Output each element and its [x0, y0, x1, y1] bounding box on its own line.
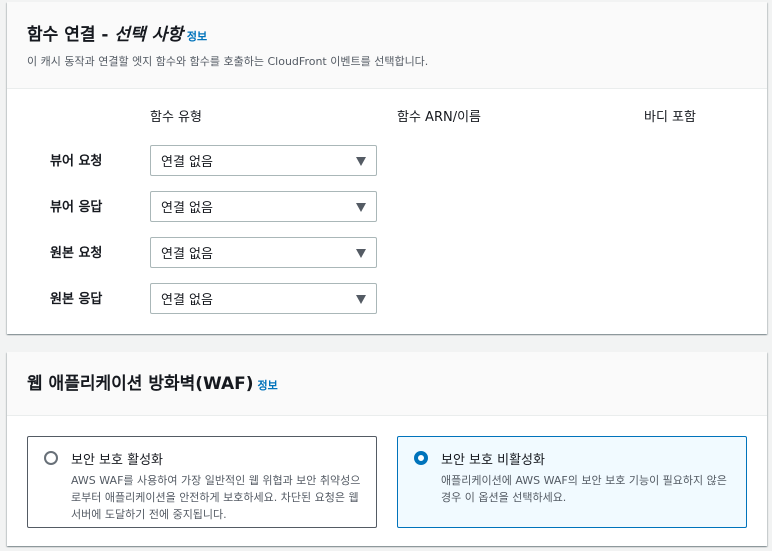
viewer-response-select-value: 연결 없음 — [161, 201, 213, 216]
row-label-viewer-response: 뷰어 응답 — [50, 200, 103, 215]
origin-request-function-type-select[interactable]: 연결 없음 — [150, 237, 377, 268]
viewer-request-select-value: 연결 없음 — [161, 155, 213, 170]
waf-title: 웹 애플리케이션 방화벽(WAF) — [27, 374, 254, 394]
enable-protections-title: 보안 보호 활성화 — [71, 453, 163, 468]
origin-response-function-type-select[interactable]: 연결 없음 — [150, 283, 377, 314]
row-label-viewer-request: 뷰어 요청 — [50, 154, 103, 169]
enable-protections-radio[interactable] — [44, 451, 58, 465]
origin-request-select-value: 연결 없음 — [161, 247, 213, 262]
caret-down-icon — [356, 157, 366, 166]
disable-protections-radio[interactable] — [414, 451, 428, 465]
waf-header: 웹 애플리케이션 방화벽(WAF) 정보 — [7, 352, 767, 416]
column-header-function-arn: 함수 ARN/이름 — [397, 110, 482, 125]
column-header-function-type: 함수 유형 — [150, 110, 202, 125]
function-associations-info-link[interactable]: 정보 — [187, 30, 207, 43]
function-associations-header: 함수 연결 - 선택 사항 정보 이 캐시 동작과 연결할 엣지 함수와 함수를 … — [7, 2, 767, 89]
caret-down-icon — [356, 203, 366, 212]
disable-protections-title: 보안 보호 비활성화 — [441, 453, 545, 468]
disable-protections-description: 애플리케이션에 AWS WAF의 보안 보호 기능이 필요하지 않은 경우 이 … — [441, 474, 727, 504]
enable-protections-description: AWS WAF를 사용하여 가장 일반적인 웹 위협과 보안 취약성으로부터 애… — [71, 474, 361, 521]
caret-down-icon — [356, 249, 366, 258]
function-associations-title: 함수 연결 - 선택 사항 — [27, 25, 183, 45]
waf-info-link[interactable]: 정보 — [258, 379, 278, 392]
column-header-include-body: 바디 포함 — [644, 110, 696, 125]
viewer-request-function-type-select[interactable]: 연결 없음 — [150, 145, 377, 176]
function-associations-panel: 함수 연결 - 선택 사항 정보 이 캐시 동작과 연결할 엣지 함수와 함수를 … — [7, 2, 767, 334]
disable-security-protections-tile[interactable]: 보안 보호 비활성화 애플리케이션에 AWS WAF의 보안 보호 기능이 필요… — [397, 436, 747, 528]
viewer-response-function-type-select[interactable]: 연결 없음 — [150, 191, 377, 222]
waf-panel: 웹 애플리케이션 방화벽(WAF) 정보 보안 보호 활성화 AWS WAF를 사… — [7, 352, 767, 546]
row-label-origin-response: 원본 응답 — [50, 292, 103, 307]
caret-down-icon — [356, 295, 366, 304]
row-label-origin-request: 원본 요청 — [50, 246, 103, 261]
function-associations-description: 이 캐시 동작과 연결할 엣지 함수와 함수를 호출하는 CloudFront … — [27, 55, 429, 68]
enable-security-protections-tile[interactable]: 보안 보호 활성화 AWS WAF를 사용하여 가장 일반적인 웹 위협과 보안… — [27, 436, 377, 528]
origin-response-select-value: 연결 없음 — [161, 293, 213, 308]
